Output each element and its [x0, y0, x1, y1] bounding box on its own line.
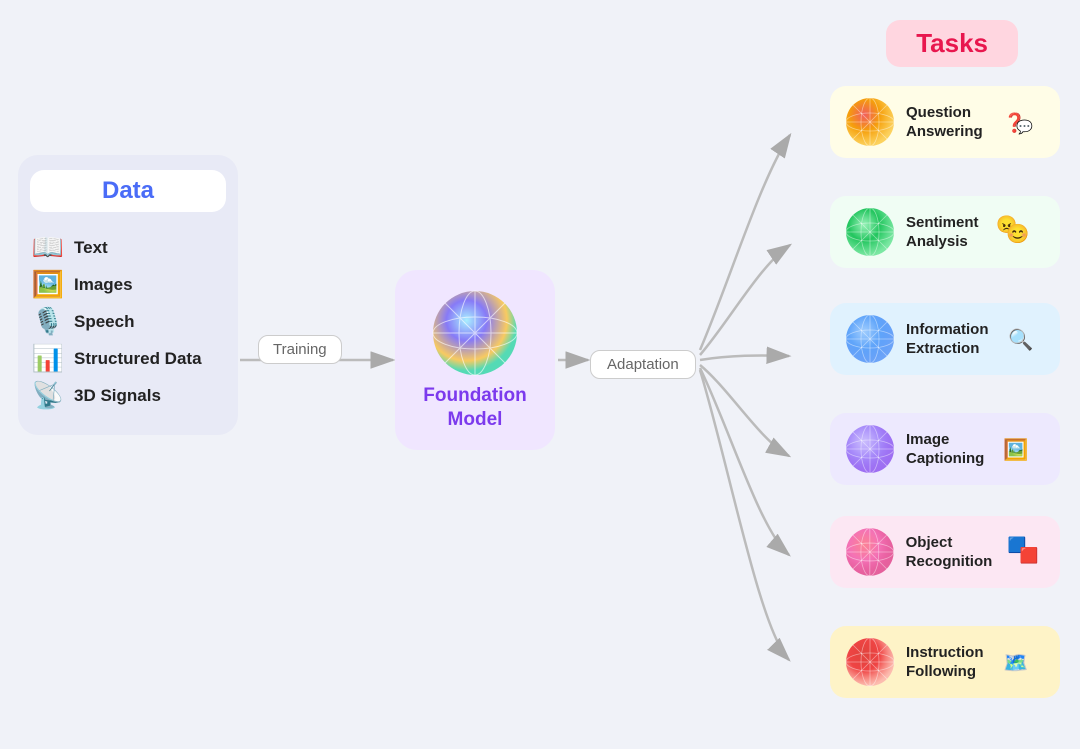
tasks-title-box: Tasks [886, 20, 1018, 67]
task-box-sentiment-analysis: Sentiment Analysis 😠 😊 [830, 196, 1060, 268]
task-icon-question-answering: ❓ 💬 [993, 100, 1037, 144]
foundation-model-box: Foundation Model [395, 270, 555, 450]
svg-text:🟥: 🟥 [1020, 547, 1039, 565]
task-box-object-recognition: Object Recognition🟦 🟥 [830, 516, 1060, 588]
task-icon-information-extraction: 🔍 [999, 317, 1043, 361]
data-title: Data [30, 170, 226, 212]
task-label-information-extraction: Information Extraction [906, 320, 989, 359]
task-label-instruction-following: Instruction Following [906, 643, 984, 682]
task-box-instruction-following: Instruction Following 🗺️ [830, 626, 1060, 698]
task-sphere-object-recognition [844, 526, 896, 578]
task-sphere-instruction-following [844, 636, 896, 688]
svg-text:🔍: 🔍 [1008, 327, 1033, 352]
images-icon: 🖼️ [30, 269, 66, 300]
foundation-sphere [430, 288, 520, 378]
speech-icon: 🎙️ [30, 306, 66, 337]
task-sphere-image-captioning [844, 423, 896, 475]
task-box-information-extraction: Information Extraction 🔍 [830, 303, 1060, 375]
training-label: Training [258, 335, 342, 364]
task-icon-object-recognition: 🟦 🟥 [1002, 530, 1046, 574]
data-item-speech: 🎙️ Speech [30, 306, 226, 337]
task-box-question-answering: Question Answering ❓ 💬 [830, 86, 1060, 158]
task-sphere-sentiment-analysis [844, 206, 896, 258]
structured-icon: 📊 [30, 343, 66, 374]
task-label-sentiment-analysis: Sentiment Analysis [906, 213, 979, 252]
task-sphere-question-answering [844, 96, 896, 148]
adaptation-label: Adaptation [590, 350, 696, 379]
svg-text:💬: 💬 [1016, 119, 1033, 135]
svg-text:🗺️: 🗺️ [1003, 653, 1028, 675]
svg-text:🖼️: 🖼️ [1004, 438, 1029, 462]
data-item-structured: 📊 Structured Data [30, 343, 226, 374]
task-icon-instruction-following: 🗺️ [994, 640, 1038, 684]
data-item-text: 📖 Text [30, 232, 226, 263]
task-label-question-answering: Question Answering [906, 103, 983, 142]
foundation-label: Foundation Model [423, 384, 526, 432]
task-icon-image-captioning: 🖼️ [994, 427, 1038, 471]
task-label-object-recognition: Object Recognition [906, 533, 993, 572]
3d-icon: 📡 [30, 380, 66, 411]
task-box-image-captioning: Image Captioning 🖼️ [830, 413, 1060, 485]
task-label-image-captioning: Image Captioning [906, 430, 984, 469]
data-section: Data 📖 Text 🖼️ Images 🎙️ Speech 📊 Struct… [18, 155, 238, 435]
task-sphere-information-extraction [844, 313, 896, 365]
svg-text:😊: 😊 [1006, 223, 1029, 244]
data-item-images: 🖼️ Images [30, 269, 226, 300]
task-icon-sentiment-analysis: 😠 😊 [989, 210, 1033, 254]
data-item-3d: 📡 3D Signals [30, 380, 226, 411]
text-icon: 📖 [30, 232, 66, 263]
